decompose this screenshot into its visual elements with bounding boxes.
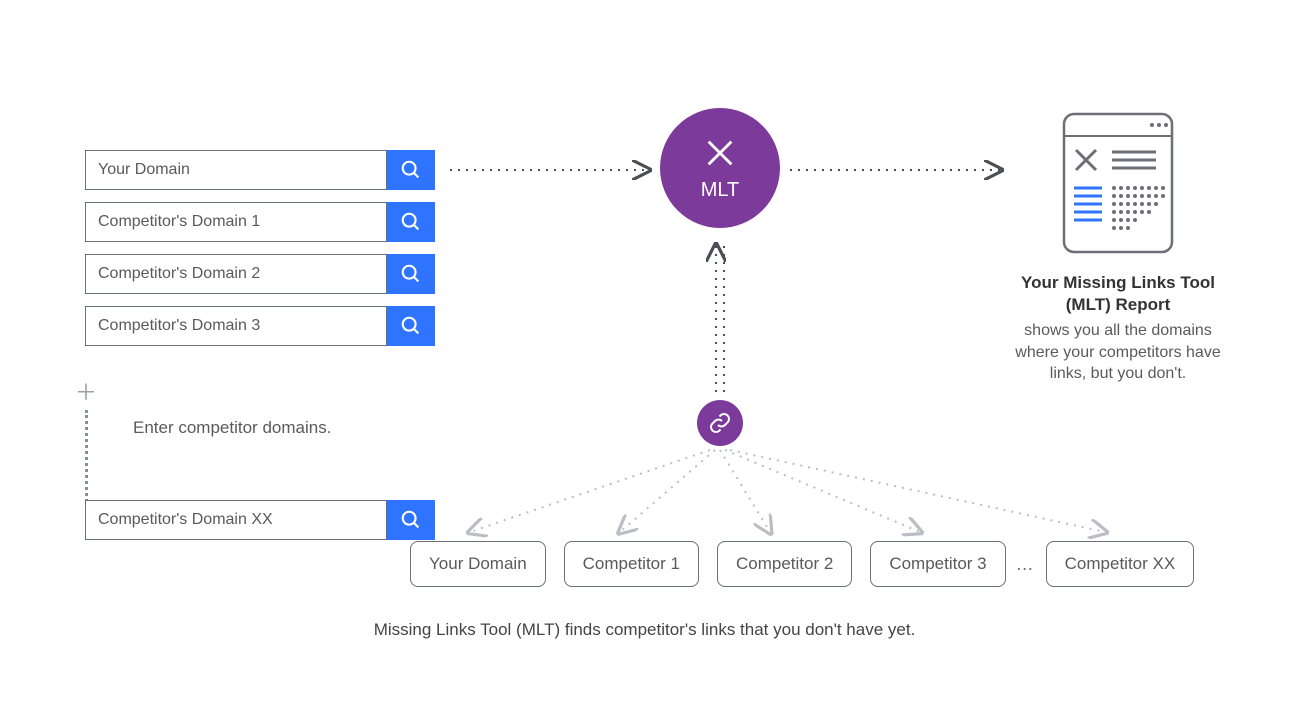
add-more-block: ＋ Enter competitor domains.	[75, 382, 435, 508]
input-row-competitor-1: Competitor's Domain 1	[85, 202, 435, 242]
report-title: Your Missing Links Tool (MLT) Report	[1008, 272, 1228, 316]
inputs-column: Your Domain Competitor's Domain 1 Compet…	[85, 150, 435, 358]
box-competitor-2: Competitor 2	[717, 541, 852, 587]
ellipsis-icon: …	[1016, 554, 1036, 575]
search-button[interactable]	[387, 150, 435, 190]
plus-icon[interactable]: ＋	[75, 382, 435, 404]
box-competitor-1: Competitor 1	[564, 541, 699, 587]
competitor-boxes-row: Your Domain Competitor 1 Competitor 2 Co…	[410, 541, 1194, 587]
input-row-your-domain: Your Domain	[85, 150, 435, 190]
mlt-label: MLT	[701, 179, 740, 202]
box-competitor-xx: Competitor XX	[1046, 541, 1195, 587]
competitor-3-input[interactable]: Competitor's Domain 3	[85, 306, 387, 346]
competitor-xx-input[interactable]: Competitor's Domain XX	[85, 500, 387, 540]
search-icon	[400, 159, 422, 181]
search-button[interactable]	[387, 500, 435, 540]
enter-domains-label: Enter competitor domains.	[133, 418, 331, 438]
mlt-node: MLT	[660, 108, 780, 228]
report-document-icon	[1058, 108, 1178, 258]
search-icon	[400, 315, 422, 337]
search-icon	[400, 211, 422, 233]
search-button[interactable]	[387, 254, 435, 294]
diagram-stage: Your Domain Competitor's Domain 1 Compet…	[0, 0, 1289, 714]
diagram-caption: Missing Links Tool (MLT) finds competito…	[0, 620, 1289, 640]
box-your-domain: Your Domain	[410, 541, 546, 587]
your-domain-input[interactable]: Your Domain	[85, 150, 387, 190]
inputs-last: Competitor's Domain XX	[85, 500, 435, 552]
x-icon	[701, 134, 739, 177]
search-button[interactable]	[387, 306, 435, 346]
search-icon	[400, 263, 422, 285]
report-block: Your Missing Links Tool (MLT) Report sho…	[1008, 108, 1228, 385]
input-row-competitor-2: Competitor's Domain 2	[85, 254, 435, 294]
input-row-competitor-3: Competitor's Domain 3	[85, 306, 435, 346]
competitor-1-input[interactable]: Competitor's Domain 1	[85, 202, 387, 242]
link-icon	[708, 411, 732, 435]
link-node	[697, 400, 743, 446]
input-row-competitor-xx: Competitor's Domain XX	[85, 500, 435, 540]
competitor-2-input[interactable]: Competitor's Domain 2	[85, 254, 387, 294]
search-icon	[400, 509, 422, 531]
report-description: shows you all the domains where your com…	[1008, 320, 1228, 385]
search-button[interactable]	[387, 202, 435, 242]
box-competitor-3: Competitor 3	[870, 541, 1005, 587]
